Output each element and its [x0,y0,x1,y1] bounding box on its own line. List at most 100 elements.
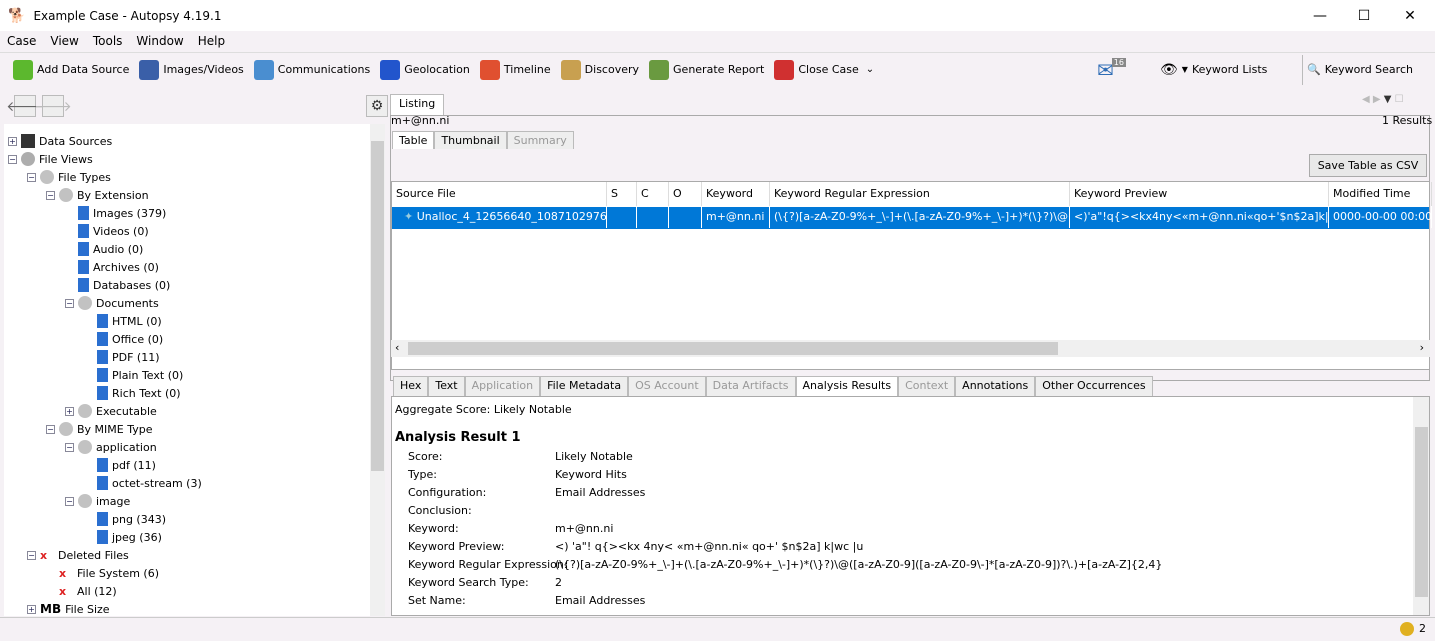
column-header-o[interactable]: O [669,182,702,206]
tree-node[interactable]: − image [65,492,130,510]
table-cell[interactable]: m+@nn.ni [702,206,770,228]
keyword-lists-button[interactable]: 👁 ▼ Keyword Lists [1155,55,1272,85]
table-horizontal-scrollbar[interactable]: ‹ › [391,340,1430,357]
toolbar-geolocation-button[interactable]: Geolocation [375,55,475,85]
notification-bulb-icon[interactable] [1400,622,1414,636]
table-cell[interactable]: (\{?)[a-zA-Z0-9%+_\-]+(\.[a-zA-Z0-9%+_\-… [770,206,1070,228]
toolbar-add-data-source-button[interactable]: Add Data Source [8,55,134,85]
tree-node[interactable]: − By MIME Type [46,420,153,438]
tab-list-dropdown-icon[interactable]: ▼ [1384,94,1392,105]
table-cell[interactable] [637,206,669,228]
tab-data-artifacts[interactable]: Data Artifacts [705,376,796,396]
tree-node[interactable]: + MB File Size [27,600,110,616]
toolbar-discovery-button[interactable]: Discovery [556,55,644,85]
collapse-icon[interactable]: − [46,424,55,434]
content-scrollbar-thumb[interactable] [1415,427,1428,597]
tree-node[interactable]: − application [65,438,157,456]
keyword-search-button[interactable]: 🔍 Keyword Search [1302,54,1418,85]
toolbar-generate-report-button[interactable]: Generate Report [644,55,769,85]
tab-text[interactable]: Text [428,376,465,396]
tree-node[interactable]: + Executable [65,402,157,420]
tab-other-occurrences[interactable]: Other Occurrences [1035,376,1153,396]
tree-node[interactable]: pdf (11) [84,456,156,474]
tree-node[interactable]: − File Views [8,150,93,168]
tree-node[interactable]: − File Types [27,168,111,186]
collapse-icon[interactable]: − [8,154,17,164]
table-cell[interactable]: <)'a"!q{><kx4ny<«m+@nn.ni«qo+'$n$2a]k|wc… [1070,206,1329,228]
tree-node[interactable]: HTML (0) [84,312,162,330]
tab-hex[interactable]: Hex [393,376,429,396]
column-header-keyword[interactable]: Keyword [702,182,770,206]
tree-scrollbar-thumb[interactable] [371,141,384,471]
tab-os-account[interactable]: OS Account [628,376,706,396]
tree-node[interactable]: x File System (6) [46,564,159,582]
tree-node[interactable]: Office (0) [84,330,163,348]
menu-tools[interactable]: Tools [86,34,130,48]
close-button[interactable]: ✕ [1387,0,1433,31]
toolbar-images-videos-button[interactable]: Images/Videos [134,55,248,85]
maximize-panel-icon[interactable]: ☐ [1395,94,1404,105]
toolbar-communications-button[interactable]: Communications [249,55,375,85]
column-header-keyword-regular-expression[interactable]: Keyword Regular Expression [770,182,1070,206]
toolbar-overflow-icon[interactable]: ⌄ [866,64,874,75]
tree-node[interactable]: Images (379) [65,204,166,222]
settings-gear-icon[interactable]: ⚙ [366,95,388,117]
tree-node[interactable]: png (343) [84,510,166,528]
tree-node[interactable]: − By Extension [46,186,149,204]
scrollbar-thumb[interactable] [408,342,1058,355]
collapse-icon[interactable]: − [65,298,74,308]
tab-context[interactable]: Context [898,376,956,396]
next-tab-icon[interactable]: ▶ [1373,94,1381,105]
notifications-button[interactable]: ✉ 16 [1092,55,1131,85]
table-cell[interactable]: 0000-00-00 00:00:00 [1329,206,1432,228]
tree-node[interactable]: Videos (0) [65,222,149,240]
column-header-keyword-preview[interactable]: Keyword Preview [1070,182,1329,206]
toolbar-close-case-button[interactable]: Close Case [769,55,863,85]
scroll-left-icon[interactable]: ‹ [395,341,399,354]
collapse-icon[interactable]: − [65,496,74,506]
table-cell[interactable] [669,206,702,228]
toolbar-timeline-button[interactable]: Timeline [475,55,556,85]
save-table-csv-button[interactable]: Save Table as CSV [1309,154,1427,177]
tab-file-metadata[interactable]: File Metadata [540,376,629,396]
tree-node[interactable]: − Documents [65,294,159,312]
tree-node[interactable]: PDF (11) [84,348,160,366]
collapse-icon[interactable]: − [27,550,36,560]
table-cell[interactable]: ✦ Unalloc_4_12656640_1087102976 [392,206,607,228]
column-header-source-file[interactable]: Source File [392,182,607,206]
tab-application[interactable]: Application [464,376,541,396]
menu-window[interactable]: Window [129,34,190,48]
tab-thumbnail[interactable]: Thumbnail [434,131,507,149]
tree-node[interactable]: Databases (0) [65,276,170,294]
tree-node[interactable]: + Data Sources [8,132,112,150]
tab-analysis-results[interactable]: Analysis Results [795,376,899,396]
tab-summary[interactable]: Summary [506,131,574,149]
collapse-icon[interactable]: − [27,172,36,182]
menu-case[interactable]: Case [0,34,43,48]
tree-node[interactable]: Rich Text (0) [84,384,181,402]
tree-node[interactable]: jpeg (36) [84,528,162,546]
tab-annotations[interactable]: Annotations [955,376,1036,396]
back-button[interactable]: 🡐 [6,95,44,117]
scroll-right-icon[interactable]: › [1420,341,1424,354]
column-header-modified-time[interactable]: Modified Time [1329,182,1432,206]
forward-button[interactable]: 🡒 [34,95,72,117]
collapse-icon[interactable]: − [46,190,55,200]
prev-tab-icon[interactable]: ◀ [1362,94,1370,105]
tree-node[interactable]: − x Deleted Files [27,546,129,564]
tab-listing[interactable]: Listing [390,94,445,115]
maximize-button[interactable]: ☐ [1341,0,1387,31]
expand-icon[interactable]: + [27,604,36,614]
column-header-s[interactable]: S [607,182,637,206]
tree-node[interactable]: x All (12) [46,582,117,600]
collapse-icon[interactable]: − [65,442,74,452]
expand-icon[interactable]: + [65,406,74,416]
table-cell[interactable] [607,206,637,228]
minimize-button[interactable]: — [1297,0,1343,31]
tree-node[interactable]: Audio (0) [65,240,143,258]
tree-node[interactable]: Plain Text (0) [84,366,183,384]
menu-help[interactable]: Help [191,34,232,48]
tree-node[interactable]: octet-stream (3) [84,474,202,492]
tab-table[interactable]: Table [392,131,435,149]
tree-node[interactable]: Archives (0) [65,258,159,276]
